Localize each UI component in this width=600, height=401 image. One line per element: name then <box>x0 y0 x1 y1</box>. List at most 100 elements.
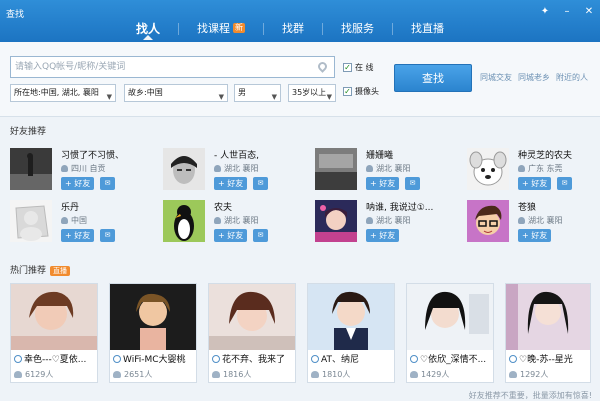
person-icon <box>366 217 373 224</box>
link-same-city-hometown[interactable]: 同城老乡 <box>518 72 550 83</box>
add-friend-button[interactable]: + 好友 <box>366 177 400 190</box>
live-name[interactable]: ♡依欣_深情不... <box>410 352 494 365</box>
tab-find-services[interactable]: 找服务 <box>323 18 392 40</box>
live-name[interactable]: AT、纳尼 <box>311 352 395 365</box>
viewers-icon <box>509 371 517 378</box>
list-item[interactable]: 习惯了不习惯、 四川 自贡 + 好友 ✉ <box>10 148 150 192</box>
avatar[interactable] <box>467 200 509 242</box>
live-card[interactable]: WiFi-MC大婴桃 2651人 <box>109 283 197 383</box>
friend-name[interactable]: 姗姗曦 <box>366 148 393 161</box>
checkmark-icon: ✓ <box>343 63 352 72</box>
friend-name[interactable]: 农夫 <box>214 200 232 213</box>
live-name[interactable]: 花不弃、我来了 <box>212 352 296 365</box>
avatar[interactable] <box>10 200 52 242</box>
hometown-select[interactable]: 故乡:中国 ▼ <box>124 84 228 102</box>
title-bar: 查找 ✦ – ✕ 找人 找课程新 找群 找服务 找直播 <box>0 0 600 42</box>
avatar[interactable] <box>163 200 205 242</box>
footer-tip[interactable]: 好友推荐不重要，批量添加有惊喜! <box>469 390 592 401</box>
list-item[interactable]: 呐谁, 我说过①... 湖北 襄阳 + 好友 <box>315 200 455 244</box>
live-card[interactable]: AT、纳尼 1810人 <box>307 283 395 383</box>
avatar[interactable] <box>467 148 509 190</box>
search-panel: 所在地:中国, 湖北, 襄阳▼ 故乡:中国▼ 男▼ 35岁以上▼ ✓在 线 ✓摄… <box>0 42 600 117</box>
live-name[interactable]: ♡晚-苏--星光 <box>509 352 593 365</box>
live-card[interactable]: ♡依欣_深情不... 1429人 <box>406 283 494 383</box>
person-icon <box>214 217 221 224</box>
chevron-down-icon: ▼ <box>271 93 277 101</box>
close-icon[interactable]: ✕ <box>582 6 596 18</box>
tab-find-groups[interactable]: 找群 <box>264 18 322 40</box>
list-item[interactable]: 农夫 湖北 襄阳 + 好友 ✉ <box>163 200 303 244</box>
message-icon[interactable]: ✉ <box>253 229 268 242</box>
add-friend-button[interactable]: + 好友 <box>61 229 95 242</box>
tab-find-live[interactable]: 找直播 <box>393 18 462 40</box>
tab-find-people[interactable]: 找人 <box>118 18 178 40</box>
person-icon <box>214 165 221 172</box>
message-icon[interactable]: ✉ <box>253 177 268 190</box>
live-icon <box>113 355 121 363</box>
live-badge: 直播 <box>50 266 71 276</box>
tab-find-courses[interactable]: 找课程新 <box>179 18 263 40</box>
friend-name[interactable]: - 人世百态, <box>214 148 259 161</box>
add-friend-button[interactable]: + 好友 <box>214 229 248 242</box>
viewers-icon <box>212 371 220 378</box>
message-icon[interactable]: ✉ <box>100 177 115 190</box>
add-friend-button[interactable]: + 好友 <box>214 177 248 190</box>
chevron-down-icon: ▼ <box>106 93 112 101</box>
live-card[interactable]: 幸色---♡夏依... 6129人 <box>10 283 98 383</box>
person-icon <box>518 217 525 224</box>
gender-select[interactable]: 男 ▼ <box>234 84 281 102</box>
add-friend-button[interactable]: + 好友 <box>518 177 552 190</box>
live-thumbnail[interactable] <box>506 284 590 350</box>
list-item[interactable]: 苍狼 湖北 襄阳 + 好友 <box>467 200 600 244</box>
add-friend-button[interactable]: + 好友 <box>61 177 95 190</box>
friend-location: 湖北 襄阳 <box>214 163 259 174</box>
viewer-count: 2651人 <box>113 369 152 380</box>
message-icon[interactable]: ✉ <box>557 177 572 190</box>
list-item[interactable]: - 人世百态, 湖北 襄阳 + 好友 ✉ <box>163 148 303 192</box>
live-thumbnail[interactable] <box>11 284 97 350</box>
link-same-city-friends[interactable]: 同城交友 <box>480 72 512 83</box>
viewer-count: 1292人 <box>509 369 548 380</box>
friend-name[interactable]: 乐丹 <box>61 200 79 213</box>
friend-location: 湖北 襄阳 <box>366 163 411 174</box>
live-card[interactable]: 花不弃、我来了 1816人 <box>208 283 296 383</box>
avatar[interactable] <box>315 200 357 242</box>
search-button[interactable]: 查找 <box>394 64 472 92</box>
viewers-icon <box>410 371 418 378</box>
friend-name[interactable]: 种灵芝的农夫 <box>518 148 572 161</box>
add-friend-button[interactable]: + 好友 <box>518 229 552 242</box>
live-card[interactable]: ♡晚-苏--星光 1292人 <box>505 283 591 383</box>
list-item[interactable]: 姗姗曦 湖北 襄阳 + 好友 ✉ <box>315 148 455 192</box>
live-name[interactable]: 幸色---♡夏依... <box>14 352 98 365</box>
camera-checkbox[interactable]: ✓ 摄像头 <box>343 86 379 97</box>
location-select[interactable]: 所在地:中国, 湖北, 襄阳 ▼ <box>10 84 116 102</box>
live-thumbnail[interactable] <box>110 284 196 350</box>
live-thumbnail[interactable] <box>308 284 394 350</box>
live-thumbnail[interactable] <box>209 284 295 350</box>
skin-icon[interactable]: ✦ <box>538 6 552 18</box>
avatar[interactable] <box>315 148 357 190</box>
live-name[interactable]: WiFi-MC大婴桃 <box>113 352 197 365</box>
list-item[interactable]: 乐丹 中国 + 好友 ✉ <box>10 200 150 244</box>
minimize-icon[interactable]: – <box>560 6 574 18</box>
live-icon <box>14 355 22 363</box>
age-select[interactable]: 35岁以上 ▼ <box>288 84 336 102</box>
friend-name[interactable]: 呐谁, 我说过①... <box>366 200 433 213</box>
chevron-down-icon: ▼ <box>326 93 332 101</box>
avatar[interactable] <box>163 148 205 190</box>
message-icon[interactable]: ✉ <box>100 229 115 242</box>
search-input[interactable] <box>10 56 335 78</box>
list-item[interactable]: 种灵芝的农夫 广东 东莞 + 好友 ✉ <box>467 148 600 192</box>
person-icon <box>518 165 525 172</box>
message-icon[interactable]: ✉ <box>405 177 420 190</box>
friend-name[interactable]: 苍狼 <box>518 200 536 213</box>
live-icon <box>212 355 220 363</box>
add-friend-button[interactable]: + 好友 <box>366 229 400 242</box>
friend-location: 湖北 襄阳 <box>214 215 259 226</box>
link-nearby-people[interactable]: 附近的人 <box>556 72 588 83</box>
friend-name[interactable]: 习惯了不习惯、 <box>61 148 124 161</box>
friend-location: 中国 <box>61 215 87 226</box>
live-thumbnail[interactable] <box>407 284 493 350</box>
online-checkbox[interactable]: ✓ 在 线 <box>343 62 374 73</box>
avatar[interactable] <box>10 148 52 190</box>
